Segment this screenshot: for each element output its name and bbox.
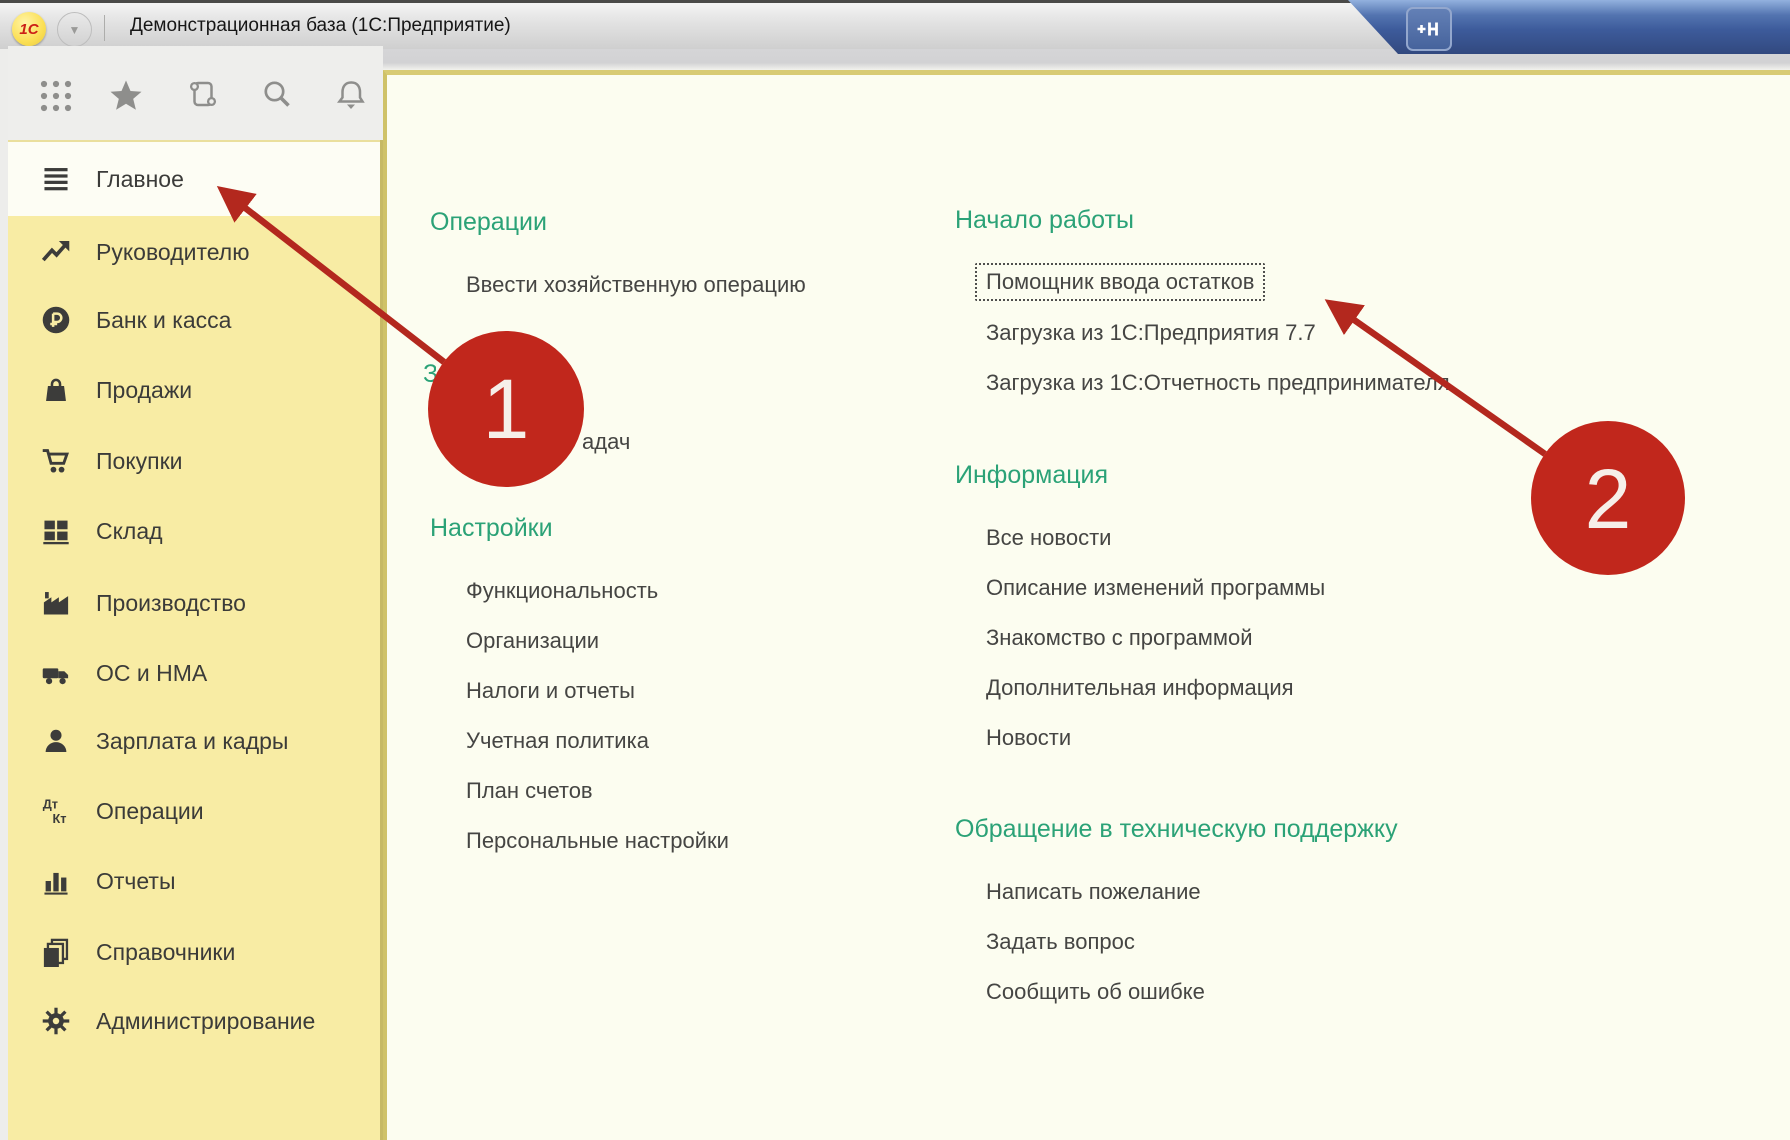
sidebar-item-bag[interactable]: Продажи — [8, 355, 380, 425]
sidebar-item-label: Главное — [96, 166, 184, 193]
menu-link[interactable]: План счетов — [466, 778, 593, 804]
pallet-icon — [41, 516, 83, 546]
menu-link[interactable]: Загрузка из 1С:Предприятия 7.7 — [986, 320, 1316, 346]
sidebar-item-gear[interactable]: Администрирование — [8, 986, 380, 1056]
notifications-bell-button[interactable] — [333, 78, 371, 116]
global-search-button[interactable] — [260, 78, 298, 116]
global-search-icon — [260, 101, 296, 118]
section-header: Настройки — [430, 514, 553, 543]
sidebar-item-trend[interactable]: Руководителю — [8, 217, 380, 287]
sidebar-item-truck[interactable]: ОС и НМА — [8, 638, 380, 708]
pin-icon — [1414, 15, 1444, 43]
menu-link[interactable]: Ввести хозяйственную операцию — [466, 272, 806, 298]
sidebar-item-factory[interactable]: Производство — [8, 568, 380, 638]
menu-link[interactable]: Написать пожелание — [986, 879, 1201, 905]
sidebar-item-label: Продажи — [96, 377, 192, 404]
cart-icon — [41, 446, 83, 476]
app-logo-1c[interactable]: 1С — [12, 12, 46, 46]
sidebar-item-menu[interactable]: Главное — [8, 140, 380, 216]
apps-grid-icon — [38, 101, 74, 118]
menu-link[interactable]: Сообщить об ошибке — [986, 979, 1205, 1005]
books-icon — [41, 937, 83, 967]
truck-icon — [41, 658, 83, 688]
menu-link[interactable]: Налоги и отчеты — [466, 678, 635, 704]
menu-link[interactable]: Задать вопрос — [986, 929, 1135, 955]
titlebar-separator — [104, 15, 105, 41]
trend-icon — [41, 237, 83, 267]
menu-link[interactable]: Загрузка из 1С:Отчетность предпринимател… — [986, 370, 1450, 396]
notifications-bell-icon — [333, 101, 369, 118]
corner-panel — [1348, 0, 1790, 54]
menu-link[interactable]: Новости — [986, 725, 1071, 751]
sidebar-item-label: Справочники — [96, 939, 235, 966]
sidebar-item-person[interactable]: Зарплата и кадры — [8, 706, 380, 776]
svg-text:Кт: Кт — [53, 812, 67, 826]
menu-link[interactable]: Описание изменений программы — [986, 575, 1325, 601]
person-icon — [41, 726, 83, 756]
chevron-down-icon: ▼ — [69, 23, 81, 37]
sidebar-item-label: Зарплата и кадры — [96, 728, 288, 755]
section-header: Начало работы — [955, 206, 1134, 235]
occluded-section-header-fragment: З — [423, 360, 436, 390]
favorites-star-button[interactable] — [108, 78, 146, 116]
sidebar-item-label: ОС и НМА — [96, 660, 207, 687]
window-title: Демонстрационная база (1С:Предприятие) — [130, 3, 511, 49]
sidebar-item-pallet[interactable]: Склад — [8, 496, 380, 566]
occluded-item-text-fragment: адач — [582, 429, 630, 455]
menu-link[interactable]: Знакомство с программой — [986, 625, 1253, 651]
system-toolbar — [8, 46, 383, 140]
pin-panel-button[interactable] — [1406, 7, 1452, 51]
menu-link[interactable]: Персональные настройки — [466, 828, 729, 854]
menu-link[interactable]: Все новости — [986, 525, 1111, 551]
history-scroll-icon — [186, 101, 222, 118]
sidebar-item-label: Руководителю — [96, 239, 249, 266]
sections-sidebar: Главное Руководителю Банк и касса Продажи По… — [8, 140, 383, 1140]
favorites-star-icon — [108, 101, 144, 118]
sidebar-item-label: Склад — [96, 518, 163, 545]
factory-icon — [41, 588, 83, 618]
sidebar-item-label: Покупки — [96, 448, 183, 475]
section-header: Операции — [430, 208, 547, 237]
sidebar-item-ruble[interactable]: Банк и касса — [8, 285, 380, 355]
apps-grid-button[interactable] — [38, 78, 76, 116]
dtkt-icon: ДтКт — [41, 796, 83, 826]
sidebar-item-chart[interactable]: Отчеты — [8, 846, 380, 916]
sidebar-item-label: Производство — [96, 590, 246, 617]
sidebar-item-label: Администрирование — [96, 1008, 315, 1035]
menu-link[interactable]: Организации — [466, 628, 599, 654]
sidebar-item-dtkt[interactable]: ДтКт Операции — [8, 776, 380, 846]
chart-icon — [41, 866, 83, 896]
menu-icon — [41, 164, 83, 194]
system-menu-button[interactable]: ▼ — [57, 12, 92, 47]
app-window: 1С ▼ Демонстрационная база (1С:Предприят… — [0, 0, 1790, 1140]
sidebar-item-books[interactable]: Справочники — [8, 917, 380, 987]
sidebar-item-label: Банк и касса — [96, 307, 231, 334]
logo-text: 1С — [19, 21, 38, 38]
svg-text:Дт: Дт — [43, 798, 58, 812]
bag-icon — [41, 375, 83, 405]
history-scroll-button[interactable] — [186, 78, 224, 116]
gear-icon — [41, 1006, 83, 1036]
menu-link[interactable]: Дополнительная информация — [986, 675, 1294, 701]
section-header: Обращение в техническую поддержку — [955, 815, 1398, 844]
sidebar-item-label: Отчеты — [96, 868, 176, 895]
menu-link[interactable]: Функциональность — [466, 578, 658, 604]
sidebar-item-cart[interactable]: Покупки — [8, 426, 380, 496]
menu-link[interactable]: Помощник ввода остатков — [975, 263, 1265, 301]
section-header: Информация — [955, 461, 1108, 490]
menu-link[interactable]: Учетная политика — [466, 728, 649, 754]
sidebar-item-label: Операции — [96, 798, 204, 825]
ruble-icon — [41, 305, 83, 335]
